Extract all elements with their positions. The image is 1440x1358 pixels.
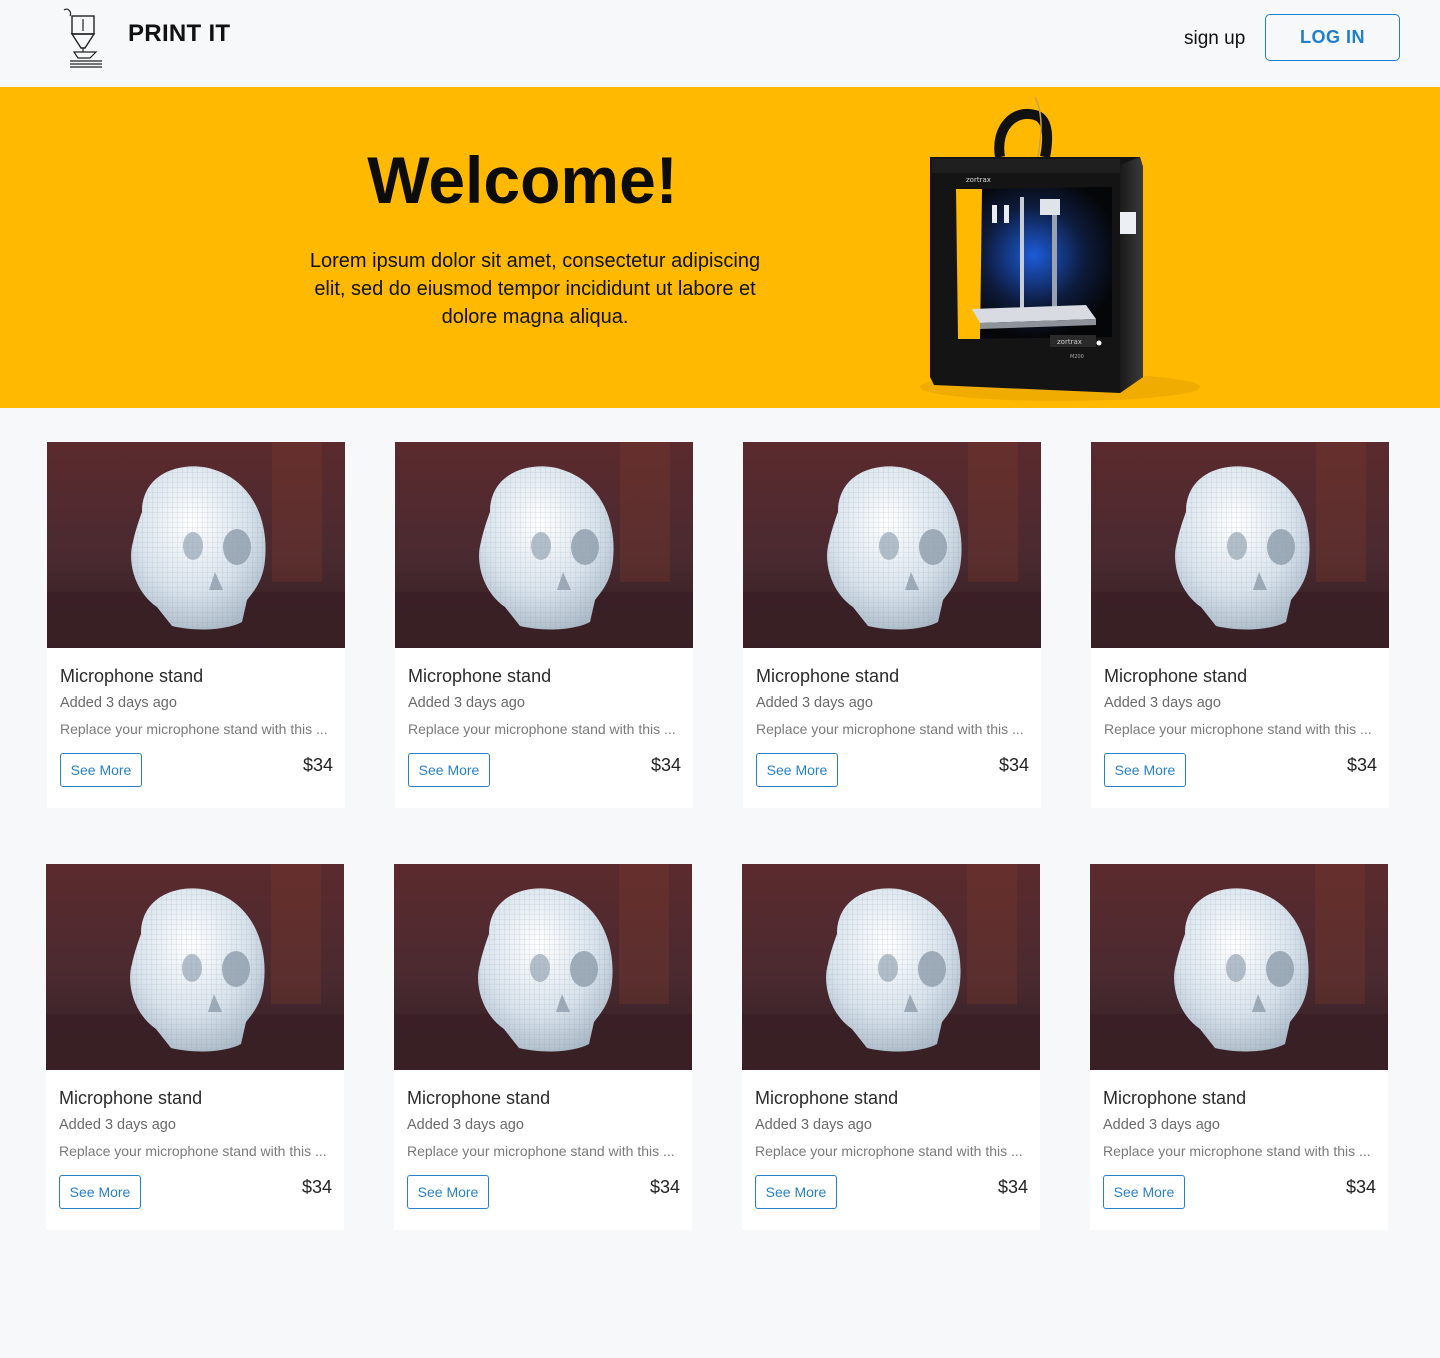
3d-printer-nozzle-icon[interactable] <box>60 6 108 70</box>
product-description: Replace your microphone stand with this … <box>407 1143 675 1159</box>
product-image[interactable] <box>1091 442 1389 648</box>
product-image[interactable] <box>743 442 1041 648</box>
product-image[interactable] <box>395 442 693 648</box>
product-price: $34 <box>650 755 681 775</box>
product-title[interactable]: Microphone stand <box>59 1088 202 1109</box>
see-more-button[interactable]: See More <box>756 753 838 787</box>
product-image[interactable] <box>47 442 345 648</box>
product-date: Added 3 days ago <box>59 1117 176 1133</box>
product-price: $34 <box>998 755 1029 775</box>
product-description: Replace your microphone stand with this … <box>59 1143 327 1159</box>
product-title[interactable]: Microphone stand <box>756 666 899 687</box>
product-description: Replace your microphone stand with this … <box>1104 721 1372 737</box>
product-description: Replace your microphone stand with this … <box>756 721 1024 737</box>
signup-link[interactable]: sign up <box>1184 28 1245 50</box>
product-image[interactable] <box>742 864 1040 1070</box>
product-date: Added 3 days ago <box>407 1117 524 1133</box>
product-title[interactable]: Microphone stand <box>1104 666 1247 687</box>
hero-banner: Welcome! Lorem ipsum dolor sit amet, con… <box>0 87 1440 408</box>
product-date: Added 3 days ago <box>60 695 177 711</box>
hero-title: Welcome! <box>367 143 678 217</box>
product-date: Added 3 days ago <box>755 1117 872 1133</box>
site-header: PRINT IT sign up LOG IN <box>0 0 1440 87</box>
product-image[interactable] <box>1090 864 1388 1070</box>
product-card-7[interactable]: Microphone stand Added 3 days ago Replac… <box>742 864 1040 1230</box>
product-image[interactable] <box>394 864 692 1070</box>
product-date: Added 3 days ago <box>408 695 525 711</box>
see-more-button[interactable]: See More <box>1104 753 1186 787</box>
product-price: $34 <box>1346 755 1377 775</box>
product-price: $34 <box>649 1177 680 1197</box>
see-more-button[interactable]: See More <box>1103 1175 1185 1209</box>
3d-printer-image: zortrax M200 zortrax <box>920 96 1200 401</box>
see-more-button[interactable]: See More <box>60 753 142 787</box>
product-title[interactable]: Microphone stand <box>755 1088 898 1109</box>
product-card-2[interactable]: Microphone stand Added 3 days ago Replac… <box>395 442 693 808</box>
product-date: Added 3 days ago <box>1104 695 1221 711</box>
hero-description: Lorem ipsum dolor sit amet, consectetur … <box>309 250 761 328</box>
product-description: Replace your microphone stand with this … <box>60 721 328 737</box>
product-description: Replace your microphone stand with this … <box>755 1143 1023 1159</box>
product-title[interactable]: Microphone stand <box>60 666 203 687</box>
product-price: $34 <box>1345 1177 1376 1197</box>
product-card-3[interactable]: Microphone stand Added 3 days ago Replac… <box>743 442 1041 808</box>
login-button[interactable]: LOG IN <box>1265 14 1400 61</box>
printer-label-top: zortrax <box>966 176 991 184</box>
see-more-button[interactable]: See More <box>755 1175 837 1209</box>
product-description: Replace your microphone stand with this … <box>1103 1143 1371 1159</box>
product-price: $34 <box>997 1177 1028 1197</box>
see-more-button[interactable]: See More <box>59 1175 141 1209</box>
printer-label-front: zortrax <box>1057 338 1082 346</box>
product-title[interactable]: Microphone stand <box>407 1088 550 1109</box>
product-description: Replace your microphone stand with this … <box>408 721 676 737</box>
product-card-8[interactable]: Microphone stand Added 3 days ago Replac… <box>1090 864 1388 1230</box>
brand-name[interactable]: PRINT IT <box>128 20 230 48</box>
product-card-4[interactable]: Microphone stand Added 3 days ago Replac… <box>1091 442 1389 808</box>
product-image[interactable] <box>46 864 344 1070</box>
printer-label-model: M200 <box>1070 354 1084 360</box>
product-date: Added 3 days ago <box>756 695 873 711</box>
product-card-1[interactable]: Microphone stand Added 3 days ago Replac… <box>47 442 345 808</box>
product-date: Added 3 days ago <box>1103 1117 1220 1133</box>
product-card-5[interactable]: Microphone stand Added 3 days ago Replac… <box>46 864 344 1230</box>
see-more-button[interactable]: See More <box>408 753 490 787</box>
product-price: $34 <box>302 755 333 775</box>
see-more-button[interactable]: See More <box>407 1175 489 1209</box>
product-title[interactable]: Microphone stand <box>1103 1088 1246 1109</box>
product-title[interactable]: Microphone stand <box>408 666 551 687</box>
product-price: $34 <box>301 1177 332 1197</box>
product-card-6[interactable]: Microphone stand Added 3 days ago Replac… <box>394 864 692 1230</box>
